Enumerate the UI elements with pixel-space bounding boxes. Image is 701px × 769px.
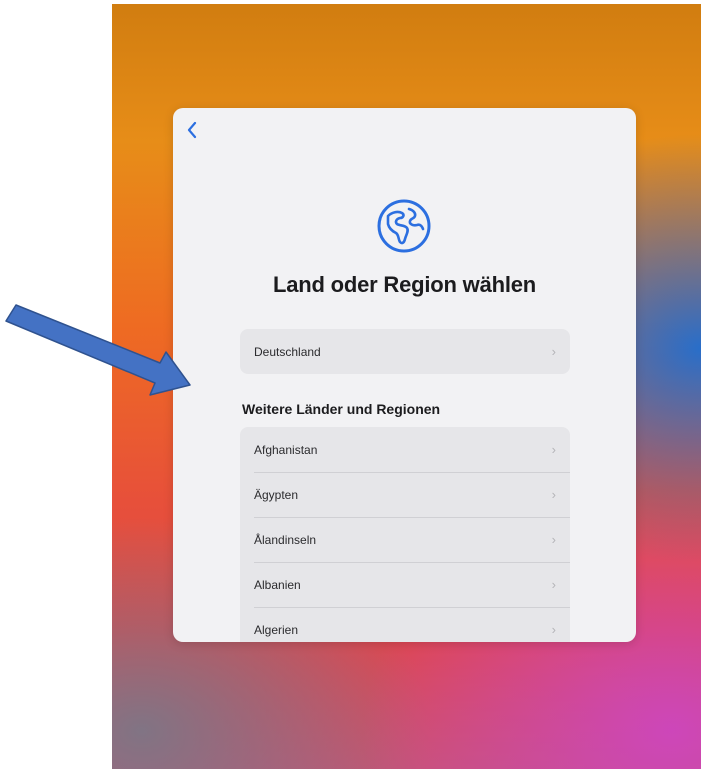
list-item-afghanistan[interactable]: Afghanistan › (240, 427, 570, 472)
list-item-label: Deutschland (254, 344, 321, 359)
list-item-label: Algerien (254, 622, 299, 637)
page-title: Land oder Region wählen (272, 272, 537, 297)
section-heading: Weitere Länder und Regionen (242, 401, 441, 417)
chevron-left-icon (187, 121, 197, 139)
chevron-right-icon: › (551, 344, 556, 359)
list-item-albanien[interactable]: Albanien › (240, 562, 570, 607)
list-item-label: Ålandinseln (254, 532, 317, 547)
list-item-label: Ägypten (254, 487, 299, 502)
list-item-deutschland[interactable]: Deutschland › (240, 329, 570, 374)
country-list: Afghanistan › Ägypten › Ålandinseln › Al… (240, 427, 570, 642)
chevron-right-icon: › (551, 487, 556, 502)
chevron-right-icon: › (551, 622, 556, 637)
list-item-label: Afghanistan (254, 442, 318, 457)
list-item-alandinseln[interactable]: Ålandinseln › (240, 517, 570, 562)
chevron-right-icon: › (551, 577, 556, 592)
chevron-right-icon: › (551, 532, 556, 547)
setup-dialog: Land oder Region wählen Deutschland › We… (173, 108, 636, 642)
chevron-right-icon: › (551, 442, 556, 457)
back-button[interactable] (181, 118, 203, 142)
list-item-label: Albanien (254, 577, 301, 592)
list-item-aegypten[interactable]: Ägypten › (240, 472, 570, 517)
suggested-country-list: Deutschland › (240, 329, 570, 374)
list-item-algerien[interactable]: Algerien › (240, 607, 570, 642)
globe-icon (377, 199, 431, 253)
annotation-arrow (5, 304, 191, 396)
